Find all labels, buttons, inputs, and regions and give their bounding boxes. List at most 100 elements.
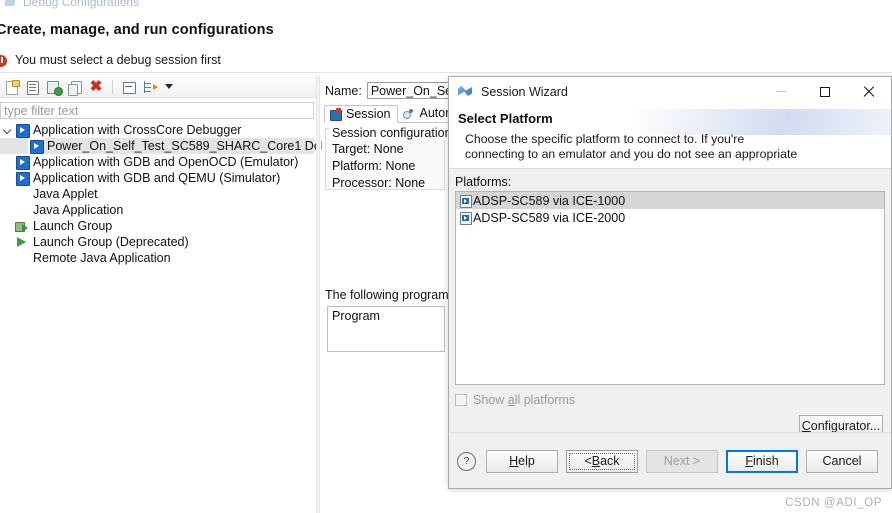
dialog-header: Create, manage, and run configurations Y… <box>0 13 892 73</box>
chevron-expanded-icon[interactable] <box>0 122 14 138</box>
maximize-icon <box>820 86 830 97</box>
session-wizard-icon <box>457 83 474 100</box>
tab-label: Session <box>346 107 391 121</box>
platform-label: ADSP-SC589 via ICE-2000 <box>473 210 626 225</box>
platform-icon <box>458 211 472 225</box>
launch-configurations-tree[interactable]: Application with CrossCore Debugger Powe… <box>0 122 342 266</box>
export-icon[interactable] <box>46 79 63 96</box>
dialog-body: Platforms: ADSP-SC589 via ICE-1000 ADSP-… <box>449 175 891 437</box>
name-label: Name: <box>325 83 362 98</box>
help-button[interactable]: Help <box>486 449 558 473</box>
tree-item-label: Application with GDB and OpenOCD (Emulat… <box>33 155 299 169</box>
window-title: Debug Configurations <box>23 0 140 9</box>
launch-config-toolbar: ✖ <box>0 76 316 98</box>
tree-item-label: Launch Group (Deprecated) <box>33 235 189 249</box>
show-all-platforms-row[interactable]: Show all platforms <box>455 393 891 407</box>
platform-value: Platform: None <box>332 159 416 173</box>
app-icon <box>14 170 30 186</box>
platforms-list[interactable]: ADSP-SC589 via ICE-1000 ADSP-SC589 via I… <box>455 191 885 385</box>
close-icon <box>863 86 875 98</box>
name-row: Name: Power_On_Self_T <box>325 82 457 99</box>
dialog-page-title: Select Platform <box>458 111 553 126</box>
error-icon <box>0 54 10 68</box>
collapse-all-icon[interactable] <box>121 79 137 95</box>
page-title: Create, manage, and run configurations <box>0 22 274 38</box>
program-table-body[interactable] <box>327 324 445 352</box>
help-icon[interactable]: ? <box>457 451 476 471</box>
app-icon <box>14 122 30 138</box>
dialog-title-bar[interactable]: Session Wizard <box>449 77 891 107</box>
platform-list-item-ice-1000[interactable]: ADSP-SC589 via ICE-1000 <box>456 192 884 209</box>
chevron-down-icon[interactable] <box>165 84 173 89</box>
new-prototype-icon[interactable] <box>25 79 41 95</box>
search-input[interactable]: type filter text <box>0 102 314 119</box>
tree-item-launch-group[interactable]: Launch Group <box>0 218 314 234</box>
app-icon <box>28 138 44 154</box>
tree-item-java-application[interactable]: Java Application <box>0 202 314 218</box>
dialog-title: Session Wizard <box>481 84 568 99</box>
dialog-window-buttons <box>759 77 891 106</box>
new-config-icon[interactable] <box>4 79 20 95</box>
panel-splitter[interactable] <box>316 76 320 513</box>
delete-icon[interactable]: ✖ <box>88 78 104 95</box>
tree-item-label: Java Applet <box>33 187 98 201</box>
launch-configurations-panel: ✖ type filter text Application with Cros… <box>0 76 342 513</box>
tree-item-application-gdb-openocd[interactable]: Application with GDB and OpenOCD (Emulat… <box>0 154 314 170</box>
automation-icon <box>402 107 415 120</box>
target-value: Target: None <box>332 142 404 156</box>
minimize-button[interactable] <box>759 77 803 106</box>
tree-item-label: Launch Group <box>33 219 113 233</box>
search-input-placeholder: type filter text <box>4 103 79 118</box>
platform-list-item-ice-2000[interactable]: ADSP-SC589 via ICE-2000 <box>456 209 884 226</box>
tree-item-application-crosscore[interactable]: Application with CrossCore Debugger <box>0 122 314 138</box>
watermark: CSDN @ADI_OP <box>785 497 882 509</box>
platform-label: ADSP-SC589 via ICE-1000 <box>473 193 626 208</box>
show-all-platforms-checkbox[interactable] <box>455 394 467 406</box>
tree-item-remote-java-application[interactable]: Remote Java Application <box>0 250 314 266</box>
tree-item-java-applet[interactable]: Java Applet <box>0 186 314 202</box>
help-glyph: ? <box>463 455 470 467</box>
duplicate-icon[interactable] <box>67 79 83 96</box>
dialog-description-line-2: connecting to an emulator and you do not… <box>465 146 798 161</box>
name-input[interactable]: Power_On_Self_T <box>366 82 457 99</box>
session-wizard-dialog: Session Wizard Select Platform Choose th… <box>448 76 892 489</box>
tree-item-label: Application with CrossCore Debugger <box>33 123 242 137</box>
platform-icon <box>458 194 472 208</box>
show-all-platforms-label: Show all platforms <box>473 393 576 407</box>
next-button: Next > <box>646 449 718 473</box>
tree-item-label: Remote Java Application <box>33 251 171 265</box>
app-icon <box>14 154 30 170</box>
close-button[interactable] <box>847 77 891 106</box>
filter-tree-icon[interactable] <box>142 79 158 95</box>
header-message: You must select a debug session first <box>0 53 221 68</box>
program-section-label: The following program <box>325 288 449 302</box>
tree-item-label: Power_On_Self_Test_SC589_SHARC_Core1 Deb… <box>47 139 342 153</box>
cancel-button[interactable]: Cancel <box>806 449 878 473</box>
dialog-page-description: Choose the specific platform to connect … <box>465 132 891 161</box>
launch-group-icon <box>14 218 30 234</box>
session-icon <box>329 107 342 121</box>
dialog-description-line-1: Choose the specific platform to connect … <box>465 132 745 146</box>
header-divider <box>0 72 892 73</box>
tree-item-label: Java Application <box>33 203 124 217</box>
platforms-label: Platforms: <box>455 175 512 189</box>
header-message-text: You must select a debug session first <box>15 53 221 67</box>
finish-button[interactable]: Finish <box>726 449 798 473</box>
tree-item-power-on-self-test[interactable]: Power_On_Self_Test_SC589_SHARC_Core1 Deb… <box>0 138 342 154</box>
maximize-button[interactable] <box>803 77 847 106</box>
tree-item-launch-group-deprecated[interactable]: Launch Group (Deprecated) <box>0 234 314 250</box>
debug-configurations-icon <box>4 0 17 9</box>
dialog-page-header: Select Platform Choose the specific plat… <box>449 107 891 169</box>
back-button[interactable]: < Back <box>566 449 638 473</box>
tab-session[interactable]: Session <box>324 105 399 123</box>
toolbar-separator <box>112 79 113 94</box>
debug-configurations-window: Debug Configurations Create, manage, and… <box>0 0 892 513</box>
session-configuration-group-title: Session configuration <box>329 126 455 140</box>
launch-group-deprecated-icon <box>14 234 30 250</box>
tree-item-application-gdb-qemu[interactable]: Application with GDB and QEMU (Simulator… <box>0 170 314 186</box>
